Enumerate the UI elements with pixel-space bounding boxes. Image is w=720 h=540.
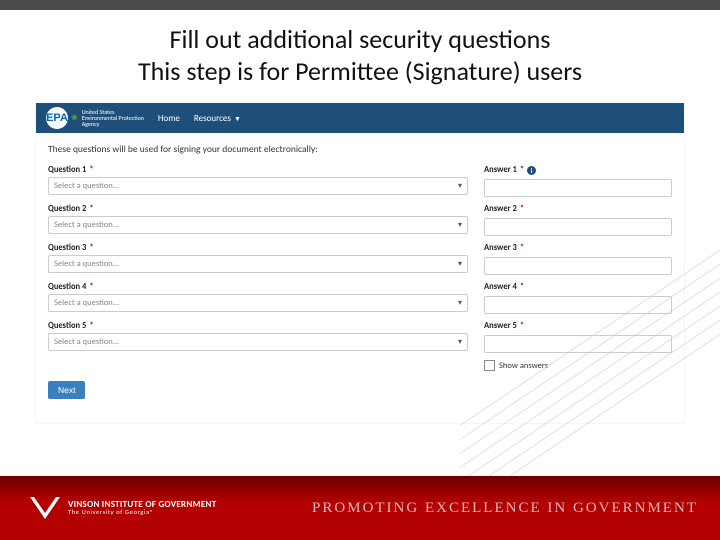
answer-label: Answer 4 *	[484, 282, 672, 292]
question-row: Question 3 * Select a question... ▾ Answer …	[48, 243, 672, 275]
show-answers-checkbox[interactable]	[484, 360, 495, 371]
chevron-down-icon: ▾	[458, 259, 462, 269]
nav-home-label: Home	[158, 113, 180, 124]
required-icon: *	[520, 282, 524, 292]
select-placeholder: Select a question...	[54, 259, 119, 269]
required-icon: *	[520, 321, 524, 331]
answer-label: Answer 1 * i	[484, 165, 672, 175]
question-label: Question 3 *	[48, 243, 468, 253]
title-line-1: Fill out additional security questions	[170, 23, 551, 55]
slide-title: Fill out additional security questions T…	[0, 24, 720, 87]
footer: VINSON INSTITUTE OF GOVERNMENT The Unive…	[0, 476, 720, 540]
chevron-down-icon: ▼	[234, 114, 241, 123]
question-label: Question 5 *	[48, 321, 468, 331]
slide-top-bar	[0, 0, 720, 10]
answer-input[interactable]	[484, 296, 672, 314]
required-icon: *	[89, 321, 93, 331]
required-icon: *	[520, 243, 524, 253]
chevron-down-icon: ▾	[458, 298, 462, 308]
form-body: These questions will be used for signing…	[36, 133, 684, 407]
footer-institute: VINSON INSTITUTE OF GOVERNMENT The Unive…	[0, 497, 290, 519]
nav-home[interactable]: Home	[158, 113, 180, 124]
chevron-down-icon: ▾	[458, 337, 462, 347]
select-placeholder: Select a question...	[54, 298, 119, 308]
answer-input[interactable]	[484, 335, 672, 353]
required-icon: *	[520, 204, 524, 214]
question-select[interactable]: Select a question... ▾	[48, 333, 468, 351]
next-button[interactable]: Next	[48, 381, 85, 399]
nav-resources-label: Resources	[194, 113, 231, 124]
info-icon[interactable]: i	[527, 166, 536, 175]
answer-label: Answer 5 *	[484, 321, 672, 331]
title-line-2: This step is for Permittee (Signature) u…	[138, 55, 582, 87]
question-select[interactable]: Select a question... ▾	[48, 255, 468, 273]
select-placeholder: Select a question...	[54, 181, 119, 191]
show-answers-row[interactable]: Show answers	[484, 360, 672, 371]
select-placeholder: Select a question...	[54, 220, 119, 230]
required-icon: *	[89, 282, 93, 292]
answer-input[interactable]	[484, 218, 672, 236]
epa-logo-icon: EPA	[46, 107, 68, 129]
answer-input[interactable]	[484, 257, 672, 275]
nav-resources[interactable]: Resources ▼	[194, 113, 241, 124]
question-row: Question 1 * Select a question... ▾ Answer …	[48, 165, 672, 197]
chevron-down-icon: ▾	[458, 181, 462, 191]
question-row: Question 2 * Select a question... ▾ Answer …	[48, 204, 672, 236]
answer-label: Answer 2 *	[484, 204, 672, 214]
chevron-down-icon: ▾	[458, 220, 462, 230]
required-icon: *	[89, 204, 93, 214]
question-row: Question 5 * Select a question... ▾ Answer …	[48, 321, 672, 353]
select-placeholder: Select a question...	[54, 337, 119, 347]
epa-flower-icon: ❀	[71, 113, 78, 123]
question-select[interactable]: Select a question... ▾	[48, 177, 468, 195]
answer-label: Answer 3 *	[484, 243, 672, 253]
question-label: Question 4 *	[48, 282, 468, 292]
app-header: EPA ❀ United States Environmental Protec…	[36, 103, 684, 133]
vinson-logo-icon	[30, 497, 60, 519]
required-icon: *	[520, 165, 524, 175]
question-label: Question 2 *	[48, 204, 468, 214]
required-icon: *	[89, 243, 93, 253]
agency-name: United States Environmental Protection A…	[82, 109, 144, 127]
question-row: Question 4 * Select a question... ▾ Answer …	[48, 282, 672, 314]
required-icon: *	[89, 165, 93, 175]
question-select[interactable]: Select a question... ▾	[48, 216, 468, 234]
app-screenshot: EPA ❀ United States Environmental Protec…	[36, 103, 684, 423]
show-answers-label: Show answers	[499, 361, 548, 371]
question-select[interactable]: Select a question... ▾	[48, 294, 468, 312]
inst-sub: The University of Georgia®	[68, 509, 217, 516]
footer-tagline: PROMOTING EXCELLENCE IN GOVERNMENT	[290, 500, 720, 517]
answer-input[interactable]	[484, 179, 672, 197]
form-intro: These questions will be used for signing…	[48, 143, 672, 155]
question-label: Question 1 *	[48, 165, 468, 175]
